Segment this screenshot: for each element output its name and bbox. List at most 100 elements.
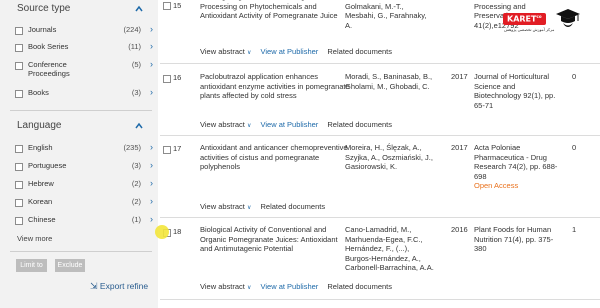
divider	[10, 251, 152, 252]
collapse-caret-icon[interactable]	[135, 5, 143, 13]
checkbox[interactable]	[15, 90, 23, 98]
facet-option-korean[interactable]: Korean (2) ›	[15, 196, 153, 211]
view-more-link[interactable]: View more	[17, 234, 52, 243]
facet-option-hebrew[interactable]: Hebrew (2) ›	[15, 178, 153, 193]
facet-option-chinese[interactable]: Chinese (1) ›	[15, 214, 153, 229]
export-icon: ⇲	[90, 281, 98, 291]
result-source[interactable]: Acta Poloniae Pharmaceutica - Drug Resea…	[474, 143, 564, 191]
result-row: 18 Biological Activity of Conventional a…	[163, 225, 600, 300]
result-cited-by: 0	[572, 143, 577, 152]
checkbox[interactable]	[15, 145, 23, 153]
result-title[interactable]: Antioxidant and anticancer chemopreventi…	[200, 143, 350, 172]
result-checkbox[interactable]	[163, 146, 171, 154]
facet-option-count: (11)	[128, 42, 141, 51]
facet-option-label: Journals	[28, 25, 57, 34]
result-divider	[160, 217, 600, 218]
view-at-publisher-link[interactable]: View at Publisher	[260, 120, 318, 129]
checkbox[interactable]	[15, 27, 23, 35]
open-access-badge: Open Access	[474, 181, 519, 190]
divider	[10, 110, 152, 111]
result-number: 15	[173, 1, 182, 10]
facet-option-count: (2)	[131, 197, 141, 206]
result-cited-by: 0	[572, 72, 577, 81]
checkbox[interactable]	[15, 217, 23, 225]
exclude-button[interactable]: Exclude	[55, 259, 85, 272]
related-documents-link[interactable]: Related documents	[327, 47, 392, 56]
result-title[interactable]: Investigating the Effects of Large-Scale…	[200, 0, 350, 21]
result-authors[interactable]: Moreira, H., Ślęzak, A., Szyjka, A., Osz…	[345, 143, 435, 172]
chevron-right-icon[interactable]: ›	[150, 41, 153, 51]
related-documents-link[interactable]: Related documents	[260, 202, 325, 211]
result-authors[interactable]: Moradi, S., Baninasab, B., Gholami, M., …	[345, 72, 435, 91]
result-actions: View abstract ∨ View at Publisher Relate…	[200, 120, 392, 129]
result-source-text[interactable]: Acta Poloniae Pharmaceutica - Drug Resea…	[474, 143, 557, 181]
facet-option-label: Book Series	[28, 42, 69, 51]
facet-option-count: (1)	[131, 215, 141, 224]
export-refine-link[interactable]: ⇲ Export refine	[90, 281, 148, 292]
view-at-publisher-link[interactable]: View at Publisher	[260, 47, 318, 56]
karet-logo: KARETco مرکز آموزش تخصصی پژوهش	[503, 6, 583, 40]
related-documents-link[interactable]: Related documents	[327, 120, 392, 129]
chevron-down-icon[interactable]: ∨	[247, 123, 251, 129]
result-checkbox[interactable]	[163, 2, 171, 10]
chevron-right-icon[interactable]: ›	[150, 160, 153, 170]
facet-option-label: Korean	[28, 197, 53, 206]
facet-option-count: (2)	[131, 179, 141, 188]
chevron-right-icon[interactable]: ›	[150, 142, 153, 152]
checkbox[interactable]	[15, 181, 23, 189]
checkbox[interactable]	[15, 199, 23, 207]
chevron-right-icon[interactable]: ›	[150, 178, 153, 188]
chevron-right-icon[interactable]: ›	[150, 59, 153, 69]
result-checkbox[interactable]	[163, 75, 171, 83]
view-abstract-link[interactable]: View abstract	[200, 120, 245, 129]
result-source[interactable]: Plant Foods for Human Nutrition 71(4), p…	[474, 225, 564, 254]
result-number: 18	[173, 227, 182, 236]
chevron-right-icon[interactable]: ›	[150, 196, 153, 206]
view-abstract-link[interactable]: View abstract	[200, 202, 245, 211]
graduation-cap-icon	[556, 9, 580, 27]
result-year: 2017	[451, 143, 468, 152]
export-refine-label: Export refine	[99, 281, 149, 291]
view-at-publisher-link[interactable]: View at Publisher	[260, 282, 318, 291]
result-number: 17	[173, 144, 182, 153]
logo-badge: KARETco	[503, 13, 546, 25]
facet-option-count: (235)	[123, 143, 141, 152]
facet-option-english[interactable]: English (235) ›	[15, 142, 153, 157]
facet-option-label: Books	[28, 88, 49, 97]
result-year: 2016	[451, 225, 468, 234]
facet-option-count: (5)	[131, 60, 141, 69]
result-authors[interactable]: Farahnaand, M., Golmakani, M.-T., Mesbah…	[345, 0, 435, 30]
filter-sidebar: Source type Journals (224) › Book Series…	[0, 0, 158, 308]
facet-option-journals[interactable]: Journals (224) ›	[15, 24, 153, 39]
logo-badge-text: KARET	[507, 14, 537, 24]
facet-option-conference-proceedings[interactable]: Conference Proceedings (5) ›	[15, 59, 153, 80]
result-authors[interactable]: Cano-Lamadrid, M., Marhuenda-Egea, F.C.,…	[345, 225, 435, 273]
checkbox[interactable]	[15, 163, 23, 171]
facet-option-label: English	[28, 143, 53, 152]
limit-to-button[interactable]: Limit to	[16, 259, 47, 272]
result-actions: View abstract ∨ View at Publisher Relate…	[200, 47, 392, 56]
result-source[interactable]: Journal of Horticultural Science and Bio…	[474, 72, 564, 110]
view-abstract-link[interactable]: View abstract	[200, 282, 245, 291]
chevron-down-icon[interactable]: ∨	[247, 205, 251, 211]
facet-option-portuguese[interactable]: Portuguese (3) ›	[15, 160, 153, 175]
view-abstract-link[interactable]: View abstract	[200, 47, 245, 56]
checkbox[interactable]	[15, 62, 23, 70]
result-cited-by: 1	[572, 225, 577, 234]
facet-option-book-series[interactable]: Book Series (11) ›	[15, 41, 153, 56]
logo-subtitle: مرکز آموزش تخصصی پژوهش	[504, 27, 555, 32]
result-title[interactable]: Biological Activity of Conventional and …	[200, 225, 350, 254]
result-number: 16	[173, 73, 182, 82]
facet-title-language: Language	[17, 120, 62, 131]
result-year: 2017	[451, 72, 468, 81]
chevron-down-icon[interactable]: ∨	[247, 285, 251, 291]
related-documents-link[interactable]: Related documents	[327, 282, 392, 291]
result-title[interactable]: Paclobutrazol application enhances antio…	[200, 72, 350, 101]
chevron-right-icon[interactable]: ›	[150, 24, 153, 34]
facet-option-books[interactable]: Books (3) ›	[15, 87, 153, 102]
checkbox[interactable]	[15, 44, 23, 52]
chevron-down-icon[interactable]: ∨	[247, 50, 251, 56]
chevron-right-icon[interactable]: ›	[150, 87, 153, 97]
collapse-caret-icon[interactable]	[135, 122, 143, 130]
chevron-right-icon[interactable]: ›	[150, 214, 153, 224]
